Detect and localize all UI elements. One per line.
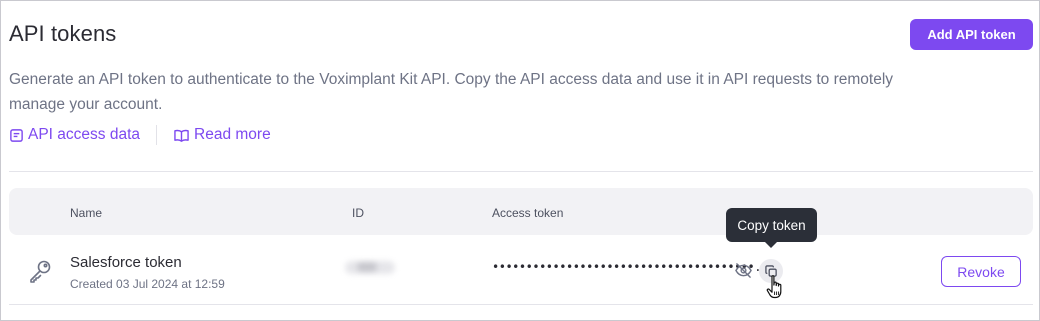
access-token-masked: •••••••••••••••••••••••••••••••••••••••.… bbox=[492, 260, 775, 274]
api-tokens-panel: API tokens Add API token Generate an API… bbox=[0, 0, 1040, 321]
link-separator bbox=[156, 125, 158, 145]
api-access-data-label: API access data bbox=[28, 126, 141, 143]
column-header-name: Name bbox=[70, 206, 103, 220]
section-divider bbox=[9, 171, 1033, 172]
revoke-button[interactable]: Revoke bbox=[941, 256, 1021, 287]
tooltip-arrow bbox=[765, 242, 777, 248]
token-id-blurred bbox=[345, 258, 397, 276]
column-header-id: ID bbox=[352, 206, 364, 220]
token-created-date: Created 03 Jul 2024 at 12:59 bbox=[70, 277, 225, 291]
page-description: Generate an API token to authenticate to… bbox=[9, 71, 894, 113]
copy-token-tooltip: Copy token bbox=[726, 208, 817, 242]
read-more-label: Read more bbox=[194, 126, 271, 143]
help-links: API access data Read more bbox=[9, 124, 271, 146]
table-header: Name ID Access token bbox=[9, 188, 1033, 235]
column-header-access-token: Access token bbox=[492, 206, 564, 220]
eye-slash-icon[interactable] bbox=[734, 262, 753, 279]
add-api-token-button[interactable]: Add API token bbox=[910, 19, 1033, 50]
page-title: API tokens bbox=[9, 21, 117, 46]
token-name: Salesforce token bbox=[70, 254, 182, 271]
key-icon bbox=[30, 260, 51, 283]
table-row: Salesforce token Created 03 Jul 2024 at … bbox=[9, 235, 1033, 305]
read-more-link[interactable]: Read more bbox=[173, 126, 271, 144]
open-book-icon bbox=[174, 129, 189, 142]
document-icon bbox=[10, 128, 23, 142]
api-access-data-link[interactable]: API access data bbox=[9, 126, 140, 144]
hand-pointer-icon bbox=[766, 275, 782, 299]
